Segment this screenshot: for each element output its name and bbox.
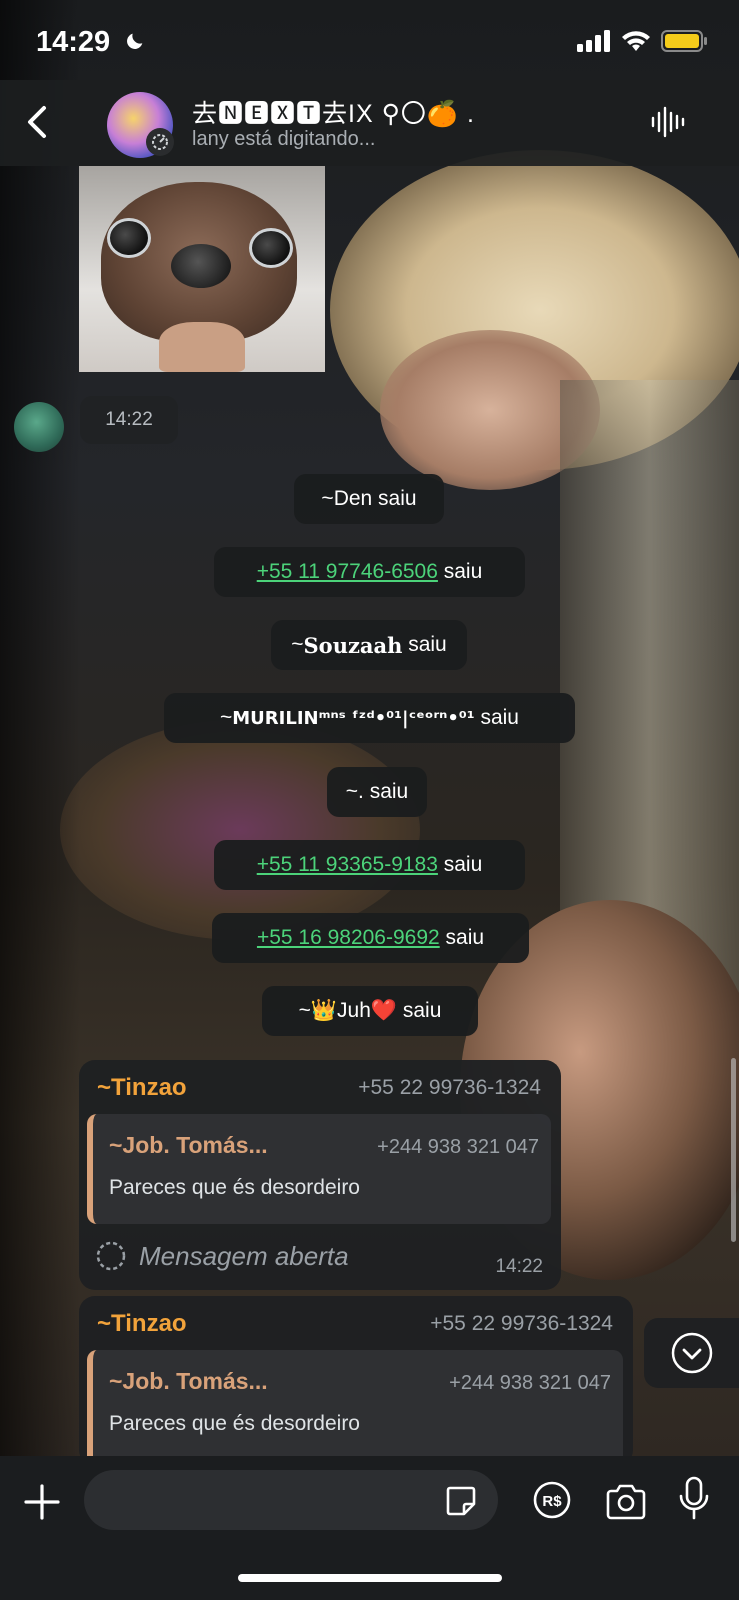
chevron-down-circle-icon (671, 1332, 712, 1374)
message-body: Mensagem aberta (139, 1240, 349, 1271)
chat-header: 去🅽🅴🆇🆃去IX ⚲〇🍊 . lany está digitando... (0, 80, 739, 166)
home-indicator[interactable] (238, 1574, 502, 1582)
system-message: ~ . saiu (327, 767, 427, 817)
system-action: saiu (474, 706, 519, 729)
message-timestamp: 14:22 (495, 1256, 543, 1277)
system-message: +55 16 98206-9692 saiu (212, 913, 529, 963)
microphone-icon[interactable] (678, 1476, 710, 1522)
system-message: ~ Souzaah saiu (271, 620, 467, 670)
system-action: saiu (363, 780, 409, 803)
message-input[interactable] (84, 1470, 498, 1530)
back-chevron-icon[interactable] (18, 102, 58, 142)
system-message: +55 11 93365-9183 saiu (214, 840, 525, 890)
system-action: saiu (437, 853, 483, 876)
message-bubble[interactable]: ~Tinzao +55 22 99736-1324 ~Job. Tomás...… (79, 1296, 633, 1466)
camera-icon[interactable] (604, 1482, 648, 1522)
battery-icon (661, 30, 707, 52)
view-once-opened: Mensagem aberta (95, 1240, 349, 1272)
sticker-icon[interactable] (444, 1484, 478, 1518)
system-message: ~ Den saiu (294, 474, 444, 524)
dog-sticker-eye (107, 218, 151, 258)
dog-sticker-paw (159, 322, 245, 372)
payment-icon[interactable]: R$ (532, 1480, 572, 1520)
system-action: saiu (437, 560, 483, 583)
quoted-message[interactable]: ~Job. Tomás... +244 938 321 047 Pareces … (87, 1350, 623, 1466)
quoted-sender-name: ~Job. Tomás... (109, 1132, 268, 1158)
message-sender-name[interactable]: ~Tinzao (97, 1074, 187, 1102)
system-action: saiu (402, 633, 447, 656)
dog-sticker[interactable] (79, 166, 325, 372)
system-member-name: MURILINᵐⁿˢ ᶠᶻᵈ•⁰¹|ᶜᵉᵒʳⁿ•⁰¹ (232, 707, 475, 729)
system-member-name: 👑Juh❤️ (310, 999, 398, 1022)
system-message: ~ 👑Juh❤️ saiu (262, 986, 478, 1036)
status-bar: 14:29 (0, 0, 739, 90)
message-composer: R$ (0, 1456, 739, 1600)
quoted-sender-name: ~Job. Tomás... (109, 1368, 268, 1394)
dog-sticker-nose (171, 244, 231, 288)
sender-avatar[interactable] (14, 402, 64, 452)
dog-sticker-head (101, 182, 297, 342)
quoted-text: Pareces que és desordeiro (109, 1176, 360, 1199)
view-once-icon (96, 1241, 126, 1271)
wallpaper-flowers-shape (60, 720, 420, 940)
moon-icon (127, 33, 143, 49)
system-phone-link[interactable]: +55 16 98206-9692 (257, 926, 440, 950)
message-bubble[interactable]: ~Tinzao +55 22 99736-1324 ~Job. Tomás...… (79, 1060, 561, 1290)
quoted-sender-number: +244 938 321 047 (449, 1372, 611, 1394)
wifi-icon (622, 31, 650, 51)
dog-sticker-eye (249, 228, 293, 268)
message-sender-name[interactable]: ~Tinzao (97, 1310, 187, 1338)
message-sender-number: +55 22 99736-1324 (430, 1312, 613, 1335)
system-prefix: ~ (291, 633, 304, 656)
system-action: saiu (372, 487, 417, 510)
plus-icon[interactable] (22, 1482, 62, 1522)
system-action: saiu (439, 926, 485, 949)
system-member-name: Souzaah (303, 632, 403, 658)
svg-text:R$: R$ (542, 1493, 562, 1510)
quoted-text: Pareces que és desordeiro (109, 1412, 360, 1435)
system-prefix: ~ (321, 487, 334, 510)
voice-chat-icon[interactable] (649, 104, 685, 140)
status-time: 14:29 (36, 26, 111, 58)
quoted-message[interactable]: ~Job. Tomás... +244 938 321 047 Pareces … (87, 1114, 551, 1224)
group-name[interactable]: 去🅽🅴🆇🆃去IX ⚲〇🍊 . (192, 94, 475, 130)
system-message: ~ MURILINᵐⁿˢ ᶠᶻᵈ•⁰¹|ᶜᵉᵒʳⁿ•⁰¹ saiu (164, 693, 575, 743)
wallpaper-shade (0, 0, 80, 1600)
system-prefix: ~ (220, 706, 233, 729)
scrollbar[interactable] (731, 1058, 736, 1242)
signal-icon (577, 30, 610, 52)
scroll-to-bottom-button[interactable] (644, 1318, 739, 1388)
status-indicators (577, 30, 707, 52)
system-prefix: ~ (298, 999, 311, 1022)
system-prefix: ~ (345, 780, 359, 803)
system-phone-link[interactable]: +55 11 97746-6506 (257, 560, 438, 584)
system-phone-link[interactable]: +55 11 93365-9183 (257, 853, 438, 877)
quoted-sender-number: +244 938 321 047 (377, 1136, 539, 1158)
system-action: saiu (397, 999, 442, 1022)
system-message: +55 11 97746-6506 saiu (214, 547, 525, 597)
message-sender-number: +55 22 99736-1324 (358, 1076, 541, 1099)
status-ring-icon (146, 128, 174, 156)
system-member-name: Den (333, 487, 373, 510)
typing-status: lany está digitando... (192, 128, 376, 150)
sticker-timestamp: 14:22 (80, 396, 178, 444)
